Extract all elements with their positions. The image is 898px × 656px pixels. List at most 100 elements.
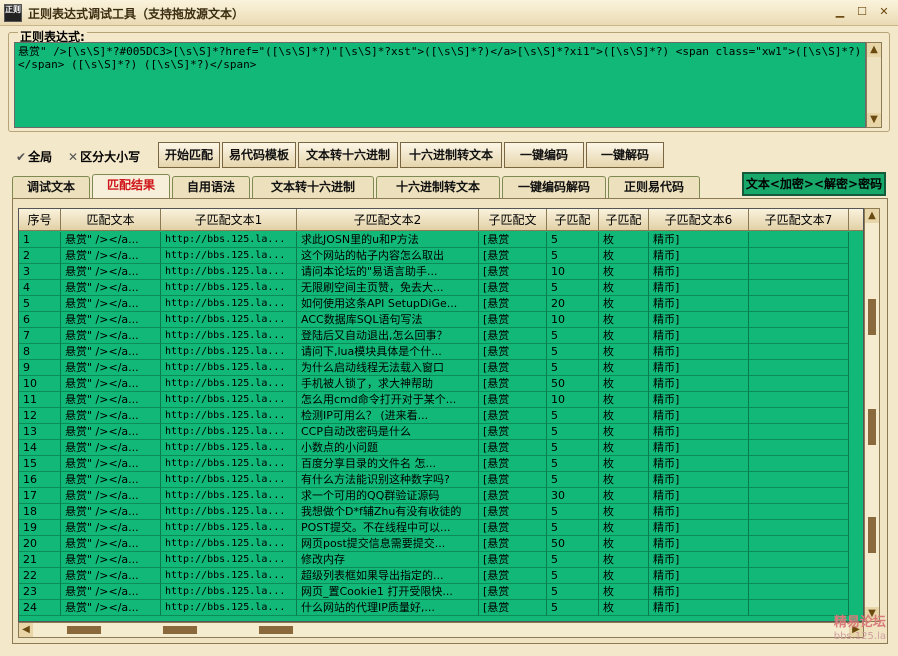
table-vertical-scrollbar[interactable]: ▲ ▼ [864,208,880,622]
table-row[interactable]: 13 悬赏" /></a... http://bbs.125.la... CCP自动改… [19,424,863,440]
table-cell: 5 [547,360,599,376]
table-row[interactable]: 5 悬赏" /></a... http://bbs.125.la... 如何使用这条A… [19,296,863,312]
tab-regex-yi-code[interactable]: 正则易代码 [608,176,700,198]
scroll-up-icon[interactable]: ▲ [865,209,879,223]
cross-icon: ✕ [68,150,79,164]
table-row[interactable]: 17 悬赏" /></a... http://bbs.125.la... 求一个可用的… [19,488,863,504]
table-cell: 10 [19,376,61,392]
table-row[interactable]: 21 悬赏" /></a... http://bbs.125.la... 修改内存 [悬… [19,552,863,568]
case-checkbox[interactable]: ✕ 区分大小写 [68,148,140,165]
crypto-button[interactable]: 文本<加密><解密>密码 [742,172,886,196]
scroll-left-icon[interactable]: ◀ [19,623,33,637]
tab-text-to-hex[interactable]: 文本转十六进制 [252,176,374,198]
text-to-hex-button[interactable]: 文本转十六进制 [298,142,398,168]
column-header[interactable]: 序号 [19,209,61,231]
table-cell: 枚 [599,488,649,504]
regex-scrollbar[interactable]: ▲ ▼ [866,42,882,128]
table-cell [749,456,849,472]
table-row[interactable]: 12 悬赏" /></a... http://bbs.125.la... 检测IP可用… [19,408,863,424]
close-icon[interactable]: ✕ [876,4,892,20]
table-cell: 50 [547,376,599,392]
window-title: 正则表达式调试工具（支持拖放源文本） [28,7,245,21]
table-row[interactable]: 20 悬赏" /></a... http://bbs.125.la... 网页post… [19,536,863,552]
tab-encode-decode[interactable]: 一键编码解码 [502,176,606,198]
table-cell: 悬赏" /></a... [61,408,161,424]
table-row[interactable]: 14 悬赏" /></a... http://bbs.125.la... 小数点的小问… [19,440,863,456]
table-cell: 精币] [649,312,749,328]
start-match-button[interactable]: 开始匹配 [158,142,220,168]
tab-custom-syntax[interactable]: 自用语法 [172,176,250,198]
scroll-thumb[interactable] [163,626,197,634]
table-cell [749,280,849,296]
table-cell: http://bbs.125.la... [161,296,297,312]
table-cell: 精币] [649,440,749,456]
scroll-up-icon[interactable]: ▲ [867,43,881,57]
table-row[interactable]: 1 悬赏" /></a... http://bbs.125.la... 求此JOSN里… [19,232,863,248]
column-header[interactable]: 子匹配 [599,209,649,231]
table-row[interactable]: 10 悬赏" /></a... http://bbs.125.la... 手机被人锁了… [19,376,863,392]
table-row[interactable]: 15 悬赏" /></a... http://bbs.125.la... 百度分享目录… [19,456,863,472]
regex-input[interactable]: 悬赏" />[\s\S]*?#005DC3>[\s\S]*?href="([\s… [14,42,866,128]
global-checkbox[interactable]: ✔ 全局 [16,148,52,165]
table-cell: 精币] [649,392,749,408]
tab-hex-to-text[interactable]: 十六进制转文本 [376,176,500,198]
table-row[interactable]: 18 悬赏" /></a... http://bbs.125.la... 我想做个D*… [19,504,863,520]
tab-match-results[interactable]: 匹配结果 [92,174,170,198]
tab-debug-text[interactable]: 调试文本 [12,176,90,198]
table-cell [749,328,849,344]
table-row[interactable]: 16 悬赏" /></a... http://bbs.125.la... 有什么方法能… [19,472,863,488]
yi-template-button[interactable]: 易代码模板 [222,142,296,168]
table-row[interactable]: 24 悬赏" /></a... http://bbs.125.la... 什么网站的代… [19,600,863,616]
scroll-thumb[interactable] [868,409,876,445]
table-row[interactable]: 19 悬赏" /></a... http://bbs.125.la... POST提交… [19,520,863,536]
scroll-down-icon[interactable]: ▼ [867,113,881,127]
one-encode-button[interactable]: 一键编码 [504,142,584,168]
table-cell: 枚 [599,360,649,376]
table-row[interactable]: 3 悬赏" /></a... http://bbs.125.la... 请问本论坛的"… [19,264,863,280]
column-header[interactable]: 子匹配文本1 [161,209,297,231]
minimize-icon[interactable]: ▁ [832,4,848,20]
table-cell: 30 [547,488,599,504]
table-cell: 枚 [599,440,649,456]
table-cell: 3 [19,264,61,280]
table-horizontal-scrollbar[interactable]: ◀ ▶ [18,622,864,638]
table-cell: 枚 [599,376,649,392]
scroll-thumb[interactable] [259,626,293,634]
table-cell: [悬赏 [479,520,547,536]
table-row[interactable]: 2 悬赏" /></a... http://bbs.125.la... 这个网站的帖子… [19,248,863,264]
table-cell [749,536,849,552]
maximize-icon[interactable]: ☐ [854,4,870,20]
column-header[interactable]: 子匹配文本7 [749,209,849,231]
table-cell: 枚 [599,328,649,344]
scroll-thumb[interactable] [67,626,101,634]
table-row[interactable]: 8 悬赏" /></a... http://bbs.125.la... 请问下,lua… [19,344,863,360]
scroll-thumb[interactable] [868,517,876,553]
hex-to-text-button[interactable]: 十六进制转文本 [400,142,502,168]
results-table[interactable]: 序号 匹配文本 子匹配文本1 子匹配文本2 子匹配文 子匹配 子匹配 子匹配文本6 子匹配文本7… [18,208,864,622]
table-cell: 9 [19,360,61,376]
table-cell: [悬赏 [479,600,547,616]
table-cell: 修改内存 [297,552,479,568]
table-cell [749,296,849,312]
table-cell: 5 [547,472,599,488]
table-row[interactable]: 9 悬赏" /></a... http://bbs.125.la... 为什么启动线程… [19,360,863,376]
scroll-thumb[interactable] [868,299,876,335]
table-row[interactable]: 6 悬赏" /></a... http://bbs.125.la... ACC数据库S… [19,312,863,328]
column-header[interactable]: 子匹配文 [479,209,547,231]
table-cell: 无限刷空间主页赞，免去大... [297,280,479,296]
column-header[interactable]: 匹配文本 [61,209,161,231]
table-cell: 精币] [649,568,749,584]
table-row[interactable]: 22 悬赏" /></a... http://bbs.125.la... 超级列表框如… [19,568,863,584]
table-cell: 超级列表框如果导出指定的... [297,568,479,584]
column-header[interactable]: 子匹配文本6 [649,209,749,231]
table-row[interactable]: 23 悬赏" /></a... http://bbs.125.la... 网页_置Co… [19,584,863,600]
column-header[interactable]: 子匹配 [547,209,599,231]
table-row[interactable]: 11 悬赏" /></a... http://bbs.125.la... 怎么用cmd… [19,392,863,408]
table-row[interactable]: 7 悬赏" /></a... http://bbs.125.la... 登陆后又自动退… [19,328,863,344]
one-decode-button[interactable]: 一键解码 [586,142,664,168]
table-cell: http://bbs.125.la... [161,552,297,568]
table-row[interactable]: 4 悬赏" /></a... http://bbs.125.la... 无限刷空间主页… [19,280,863,296]
table-cell: http://bbs.125.la... [161,488,297,504]
table-cell: 枚 [599,456,649,472]
column-header[interactable]: 子匹配文本2 [297,209,479,231]
